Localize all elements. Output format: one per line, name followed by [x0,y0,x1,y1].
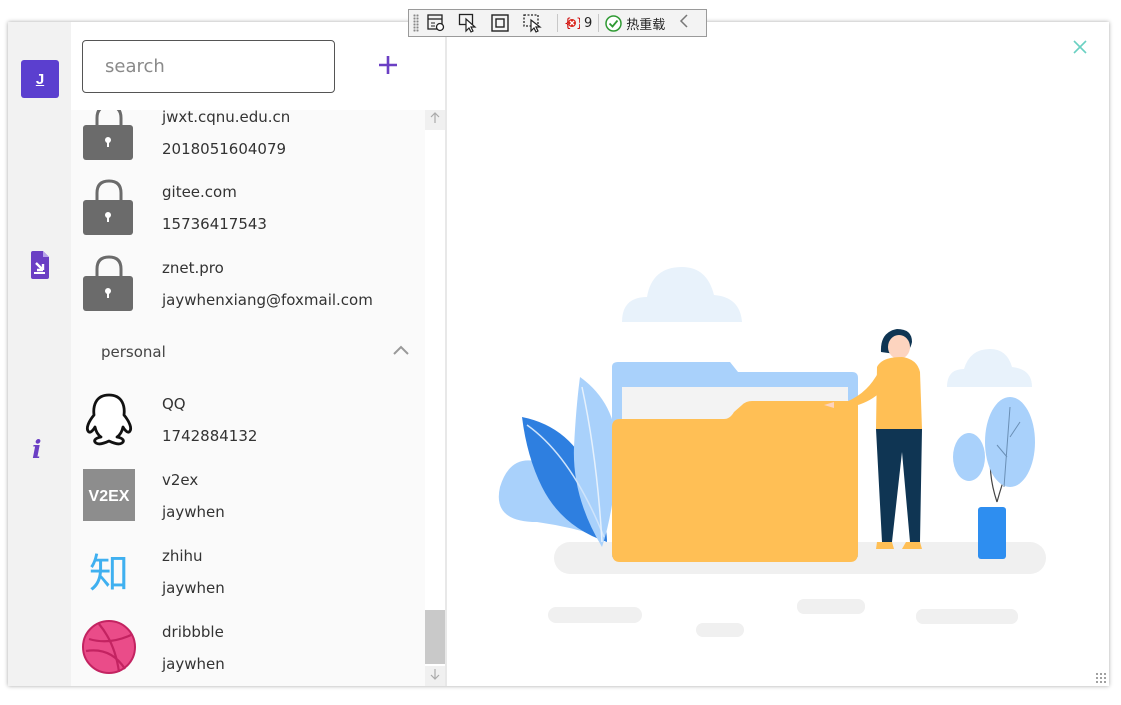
entry-account: jaywhen [162,503,225,521]
scroll-track[interactable] [425,130,445,666]
chevron-up-icon[interactable] [393,344,409,356]
info-button[interactable]: i [32,435,50,465]
arrow-up-icon [430,112,440,123]
group-header-personal[interactable]: personal [71,339,425,363]
entry-account: jaywhen [162,579,225,597]
select-element-button[interactable] [455,12,481,34]
track-focus-icon [523,14,542,33]
toolbar-grip[interactable] [413,14,419,32]
chevron-left-icon [680,14,688,28]
list-item[interactable]: znet.pro jaywhenxiang@foxmail.com [71,255,425,331]
close-button[interactable] [1072,39,1088,55]
entry-site: gitee.com [162,183,237,201]
lock-icon [83,179,133,235]
entry-account: 15736417543 [162,215,267,233]
side-rail: J i [8,22,71,686]
entry-site: v2ex [162,471,199,489]
collapse-toolbar-button[interactable] [679,14,689,32]
zhihu-logo-text: 知 [89,551,129,597]
search-bar [71,22,445,110]
zhihu-icon: 知 [89,551,129,597]
hot-reload-status[interactable]: 热重载 [605,14,665,33]
lock-icon [83,255,133,311]
lock-icon [83,104,133,160]
v2ex-icon: V2EX [83,469,135,521]
svg-text:}: } [576,16,580,30]
binding-error-icon: { } [564,16,580,30]
plus-icon [379,56,397,74]
scroll-thumb[interactable] [425,610,445,664]
toolbar-separator [598,14,600,32]
track-focus-button[interactable] [519,12,545,34]
detail-pane [447,22,1109,686]
empty-state-illustration [498,267,1046,637]
entry-site: znet.pro [162,259,224,277]
binding-error-count: 9 [584,15,593,31]
entry-account: 1742884132 [162,427,258,445]
entry-account: jaywhen [162,655,225,673]
list-item[interactable]: 知 zhihu jaywhen [71,543,425,619]
toolbar-separator [557,14,558,32]
dribbble-icon [82,620,136,674]
scroll-down-button[interactable] [425,666,445,686]
add-entry-button[interactable] [375,52,401,78]
user-avatar[interactable]: J [21,60,59,98]
cursor-select-icon [458,13,477,33]
list-item[interactable]: V2EX v2ex jaywhen [71,467,425,543]
entry-site: QQ [162,395,186,413]
entry-site: jwxt.cqnu.edu.cn [162,108,291,126]
arrow-down-icon [430,669,440,680]
list-item[interactable]: jwxt.cqnu.edu.cn 2018051604079 [71,104,425,180]
resize-grip[interactable] [1095,672,1107,684]
credential-list-pane: jwxt.cqnu.edu.cn 2018051604079 gitee.com… [71,22,447,686]
entry-site: dribbble [162,623,224,641]
hot-reload-label: 热重载 [626,17,666,33]
check-circle-icon [605,14,623,32]
import-file-icon [31,251,49,279]
visual-tree-button[interactable] [423,12,449,34]
list-item[interactable]: gitee.com 15736417543 [71,179,425,255]
visual-tree-icon [427,14,445,32]
layout-adorner-icon [491,14,509,32]
entry-site: zhihu [162,547,203,565]
list-item[interactable]: dribbble jaywhen [71,619,425,686]
close-icon [1073,40,1087,54]
app-window: J i jwxt.cqnu.edu.cn 2018051604079 gitee… [8,22,1109,686]
entry-account: 2018051604079 [162,140,287,158]
binding-errors-button[interactable]: { } 9 [564,15,592,31]
list-scrollbar[interactable] [425,110,445,686]
list-item[interactable]: QQ 1742884132 [71,391,425,467]
entry-account: jaywhenxiang@foxmail.com [162,291,373,309]
group-name: personal [101,343,166,361]
v2ex-logo-text: V2EX [89,488,130,505]
search-input[interactable] [82,40,335,93]
debug-toolbar: { } 9 热重载 [408,9,707,37]
display-layout-adorner-button[interactable] [487,12,513,34]
scroll-up-button[interactable] [425,110,445,130]
qq-icon [85,393,133,446]
import-button[interactable] [29,251,51,279]
